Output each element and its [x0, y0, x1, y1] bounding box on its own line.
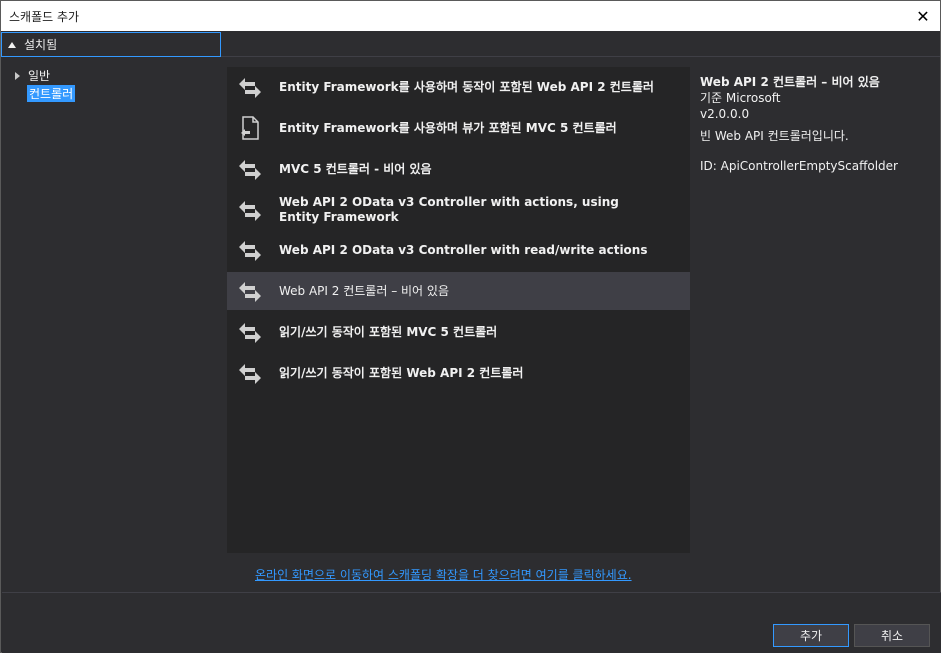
details-title: Web API 2 컨트롤러 – 비어 있음	[700, 75, 880, 89]
list-item-label: 읽기/쓰기 동작이 포함된 MVC 5 컨트롤러	[279, 324, 498, 339]
list-item[interactable]: Web API 2 OData v3 Controller with read/…	[227, 231, 690, 269]
list-item-label: Web API 2 OData v3 Controller with read/…	[279, 242, 648, 257]
tree-item-general[interactable]: 일반	[15, 67, 50, 84]
controller-icon	[239, 160, 261, 180]
list-item-label: 읽기/쓰기 동작이 포함된 Web API 2 컨트롤러	[279, 365, 524, 380]
list-item[interactable]: Web API 2 OData v3 Controller with actio…	[227, 191, 690, 229]
online-search-link[interactable]: 온라인 화면으로 이동하여 스캐폴딩 확장을 더 찾으려면 여기를 클릭하세요.	[255, 566, 632, 583]
title-bar: 스캐폴드 추가 ✕	[1, 1, 940, 31]
details-panel: Web API 2 컨트롤러 – 비어 있음 기준 Microsoft v2.0…	[700, 73, 935, 174]
expanded-triangle-icon	[8, 41, 16, 48]
list-item[interactable]: 읽기/쓰기 동작이 포함된 Web API 2 컨트롤러	[227, 354, 690, 392]
list-item-label: Web API 2 컨트롤러 – 비어 있음	[279, 283, 449, 298]
details-author: 기준 Microsoft	[700, 91, 781, 105]
add-scaffold-dialog: 스캐폴드 추가 ✕ 설치됨 일반 컨트롤러 Entity Framework를 …	[0, 0, 941, 653]
installed-label: 설치됨	[24, 38, 58, 52]
close-icon[interactable]: ✕	[912, 5, 934, 27]
list-item[interactable]: MVC 5 컨트롤러 - 비어 있음	[227, 150, 690, 188]
list-item-label: Entity Framework를 사용하며 동작이 포함된 Web API 2…	[279, 79, 654, 94]
cancel-button[interactable]: 취소	[854, 624, 930, 647]
divider	[221, 56, 940, 57]
list-item[interactable]: Entity Framework를 사용하며 동작이 포함된 Web API 2…	[227, 68, 690, 106]
tree-item-general-label: 일반	[28, 69, 51, 83]
dialog-title: 스캐폴드 추가	[9, 10, 80, 24]
view-file-icon	[241, 116, 259, 140]
list-item[interactable]: Entity Framework를 사용하며 뷰가 포함된 MVC 5 컨트롤러	[227, 109, 690, 147]
installed-section-header[interactable]: 설치됨	[1, 32, 221, 57]
controller-icon	[239, 282, 261, 302]
list-item-selected[interactable]: Web API 2 컨트롤러 – 비어 있음	[227, 272, 690, 310]
list-item-label: MVC 5 컨트롤러 - 비어 있음	[279, 161, 432, 176]
list-item-label: Web API 2 OData v3 Controller with actio…	[279, 195, 619, 224]
list-item[interactable]: 읽기/쓰기 동작이 포함된 MVC 5 컨트롤러	[227, 313, 690, 351]
controller-icon	[239, 364, 261, 384]
add-button[interactable]: 추가	[773, 624, 849, 647]
controller-icon	[239, 323, 261, 343]
details-description: 빈 Web API 컨트롤러입니다.	[700, 129, 849, 143]
list-item-label: Entity Framework를 사용하며 뷰가 포함된 MVC 5 컨트롤러	[279, 120, 617, 135]
controller-icon	[239, 78, 261, 98]
collapsed-arrow-icon[interactable]	[15, 71, 20, 80]
details-id: ID: ApiControllerEmptyScaffolder	[700, 159, 898, 173]
controller-icon	[239, 241, 261, 261]
details-version: v2.0.0.0	[700, 107, 750, 121]
tree-item-controller[interactable]: 컨트롤러	[27, 85, 76, 102]
scaffold-list: Entity Framework를 사용하며 동작이 포함된 Web API 2…	[227, 67, 690, 553]
controller-icon	[239, 201, 261, 221]
